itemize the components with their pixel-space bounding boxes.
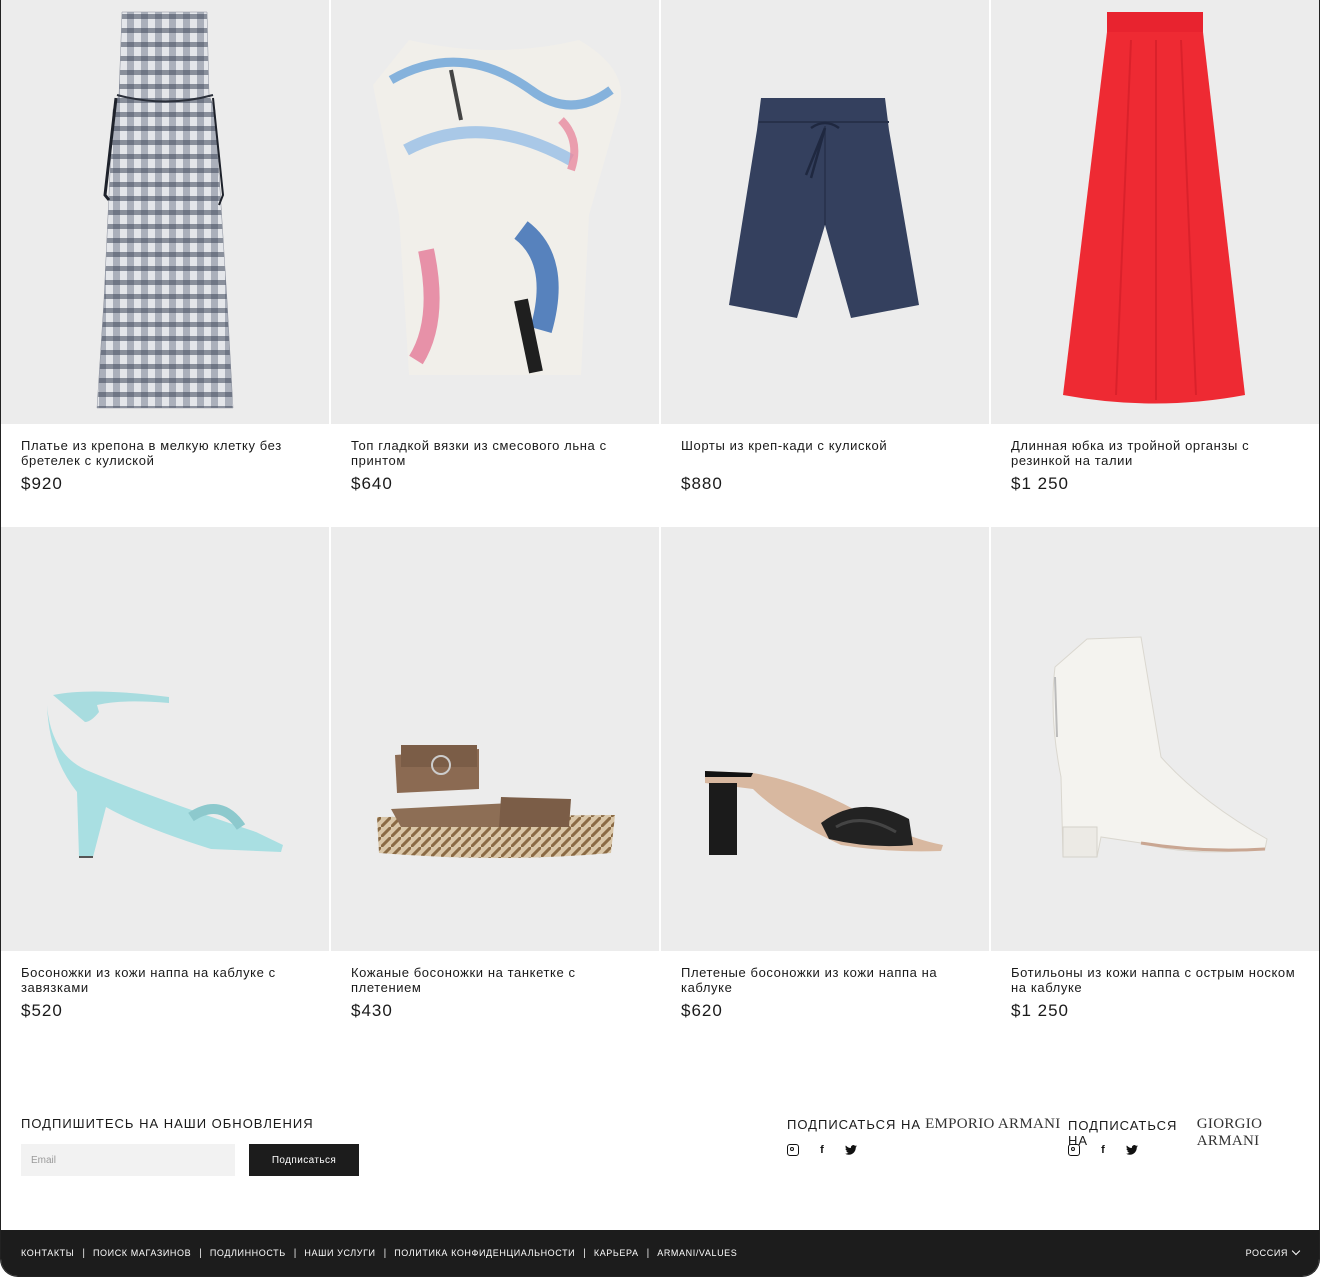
product-image[interactable] bbox=[991, 0, 1319, 424]
product-image[interactable] bbox=[331, 527, 659, 951]
blue-sandal-icon bbox=[47, 691, 283, 858]
divider: | bbox=[646, 1247, 650, 1259]
twitter-icon[interactable] bbox=[845, 1144, 857, 1156]
product-card[interactable]: Платье из крепона в мелкую клетку без бр… bbox=[1, 0, 331, 527]
facebook-icon[interactable]: f bbox=[1097, 1144, 1109, 1156]
instagram-icon[interactable] bbox=[1068, 1144, 1080, 1156]
footer-link-careers[interactable]: КАРЬЕРА bbox=[594, 1248, 639, 1258]
product-card[interactable]: Плетеные босоножки из кожи наппа на кабл… bbox=[661, 527, 991, 1054]
product-card[interactable]: Кожаные босоножки на танкетке с плетение… bbox=[331, 527, 661, 1054]
instagram-icon[interactable] bbox=[787, 1144, 799, 1156]
product-price: $920 bbox=[21, 474, 63, 493]
product-image[interactable] bbox=[991, 527, 1319, 951]
product-image[interactable] bbox=[1, 0, 329, 424]
red-skirt-icon bbox=[1063, 12, 1245, 404]
subscribe-button[interactable]: Подписаться bbox=[249, 1144, 359, 1176]
product-price: $520 bbox=[21, 1001, 63, 1020]
social-links-emporio: f bbox=[787, 1144, 857, 1156]
product-image[interactable] bbox=[1, 527, 329, 951]
product-image[interactable] bbox=[331, 0, 659, 424]
product-card[interactable]: Длинная юбка из тройной органзы с резинк… bbox=[991, 0, 1319, 527]
product-title[interactable]: Босоножки из кожи наппа на каблуке с зав… bbox=[21, 965, 311, 995]
product-title[interactable]: Длинная юбка из тройной органзы с резинк… bbox=[1011, 438, 1301, 468]
page-frame: Платье из крепона в мелкую клетку без бр… bbox=[0, 0, 1320, 1277]
country-selector[interactable]: РОССИЯ bbox=[1245, 1246, 1301, 1258]
product-image[interactable] bbox=[661, 527, 989, 951]
product-title[interactable]: Плетеные босоножки из кожи наппа на кабл… bbox=[681, 965, 971, 995]
country-label: РОССИЯ bbox=[1245, 1248, 1288, 1258]
product-card[interactable]: Топ гладкой вязки из смесового льна с пр… bbox=[331, 0, 661, 527]
wedge-sandal-icon bbox=[377, 745, 615, 858]
product-price: $880 bbox=[681, 474, 723, 493]
product-title[interactable]: Платье из крепона в мелкую клетку без бр… bbox=[21, 438, 311, 468]
footer-link-services[interactable]: НАШИ УСЛУГИ bbox=[304, 1248, 375, 1258]
facebook-icon[interactable]: f bbox=[816, 1144, 828, 1156]
footer-link-authenticity[interactable]: ПОДЛИННОСТЬ bbox=[210, 1248, 286, 1258]
printed-top-icon bbox=[373, 40, 622, 375]
divider: | bbox=[82, 1247, 85, 1259]
twitter-icon[interactable] bbox=[1126, 1144, 1138, 1156]
divider: | bbox=[199, 1247, 202, 1259]
product-price: $640 bbox=[351, 474, 393, 493]
newsletter-title: ПОДПИШИТЕСЬ НА НАШИ ОБНОВЛЕНИЯ bbox=[21, 1116, 314, 1131]
footer-link-store-locator[interactable]: ПОИСК МАГАЗИНОВ bbox=[93, 1248, 191, 1258]
white-bootie-icon bbox=[1052, 636, 1268, 858]
product-title[interactable]: Ботильоны из кожи наппа с острым носком … bbox=[1011, 965, 1301, 995]
product-title[interactable]: Топ гладкой вязки из смесового льна с пр… bbox=[351, 438, 641, 468]
product-title[interactable]: Шорты из креп-кади с кулиской bbox=[681, 438, 971, 453]
divider: | bbox=[293, 1247, 297, 1259]
product-price: $620 bbox=[681, 1001, 723, 1020]
emporio-armani-logo: EMPORIO ARMANI bbox=[925, 1116, 1061, 1132]
product-card[interactable]: Шорты из креп-кади с кулиской $880 bbox=[661, 0, 991, 527]
navy-shorts-icon bbox=[729, 98, 919, 318]
giorgio-armani-logo: GIORGIO ARMANI bbox=[1196, 1116, 1263, 1149]
social-links-giorgio: f bbox=[1068, 1144, 1138, 1156]
product-grid: Платье из крепона в мелкую клетку без бр… bbox=[1, 0, 1319, 1054]
footer-link-contacts[interactable]: КОНТАКТЫ bbox=[21, 1248, 74, 1258]
follow-label: ПОДПИСАТЬСЯ НА bbox=[787, 1117, 922, 1132]
footer-link-armani-values[interactable]: ARMANI/VALUES bbox=[657, 1248, 737, 1258]
product-price: $1 250 bbox=[1011, 474, 1069, 493]
divider: | bbox=[583, 1247, 586, 1259]
divider: | bbox=[383, 1247, 387, 1259]
product-price: $1 250 bbox=[1011, 1001, 1069, 1020]
product-card[interactable]: Ботильоны из кожи наппа с острым носком … bbox=[991, 527, 1319, 1054]
product-image[interactable] bbox=[661, 0, 989, 424]
email-field[interactable] bbox=[21, 1144, 235, 1176]
footer-links: КОНТАКТЫ | ПОИСК МАГАЗИНОВ | ПОДЛИННОСТЬ… bbox=[21, 1248, 737, 1259]
footer-link-privacy[interactable]: ПОЛИТИКА КОНФИДЕНЦИАЛЬНОСТИ bbox=[394, 1248, 575, 1258]
checked-dress-icon bbox=[96, 11, 234, 409]
footer-bar: КОНТАКТЫ | ПОИСК МАГАЗИНОВ | ПОДЛИННОСТЬ… bbox=[1, 1230, 1319, 1276]
chevron-down-icon bbox=[1291, 1246, 1301, 1256]
product-card[interactable]: Босоножки из кожи наппа на каблуке с зав… bbox=[1, 527, 331, 1054]
follow-emporio: ПОДПИСАТЬСЯ НА EMPORIO ARMANI bbox=[787, 1116, 1061, 1133]
product-title[interactable]: Кожаные босоножки на танкетке с плетение… bbox=[351, 965, 641, 995]
black-mule-icon bbox=[705, 771, 943, 855]
product-price: $430 bbox=[351, 1001, 393, 1020]
